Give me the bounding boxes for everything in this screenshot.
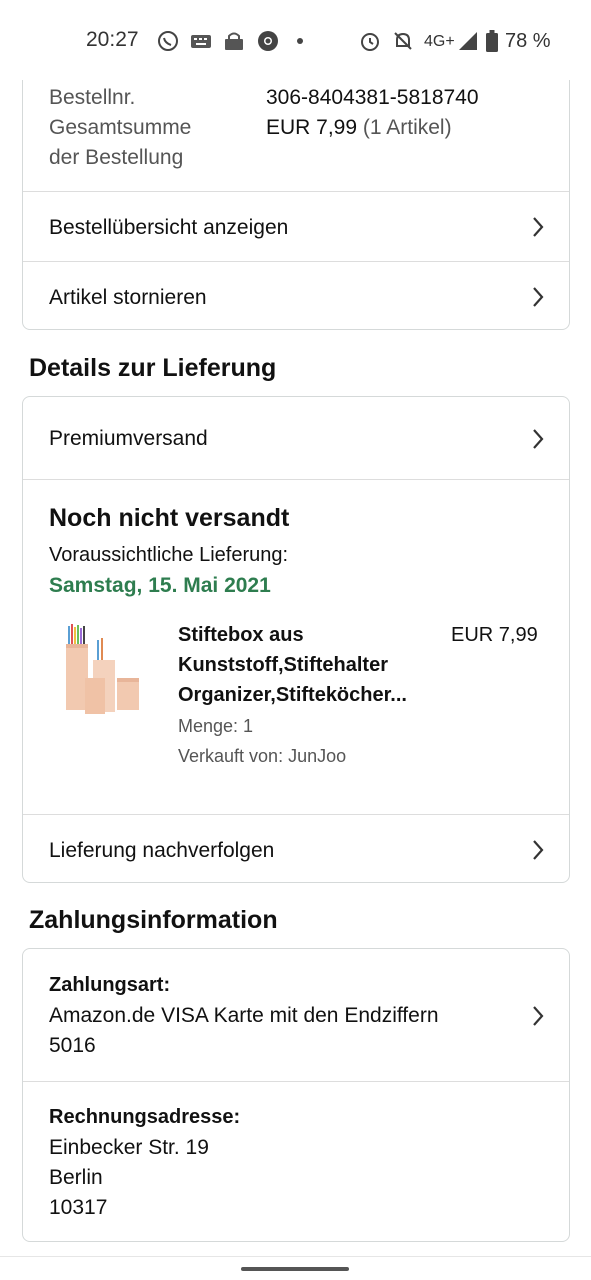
chevron-right-icon (533, 287, 544, 307)
billing-city: Berlin (49, 1166, 103, 1189)
expected-delivery-label: Voraussichtliche Lieferung: (49, 544, 289, 566)
payment-method-line1: Amazon.de VISA Karte mit den Endziffern (49, 1004, 439, 1027)
chevron-right-icon (533, 429, 544, 449)
network-type: 4G+ (424, 33, 455, 50)
order-total-label-line1: Gesamtsumme (49, 116, 192, 139)
order-summary-card: Bestellnr. 306-8404381-5818740 Gesamtsum… (22, 40, 570, 330)
shipment-status: Noch nicht versandt (49, 504, 290, 532)
status-time: 20:27 (86, 28, 139, 51)
order-total-count: (1 Artikel) (362, 116, 452, 139)
whatsapp-icon (156, 29, 180, 53)
home-gesture-handle[interactable] (241, 1267, 349, 1271)
payment-method-label: Zahlungsart: (49, 974, 171, 996)
cancel-items-row[interactable]: Artikel stornieren (23, 261, 569, 329)
product-image[interactable] (61, 622, 145, 718)
track-delivery-row[interactable]: Lieferung nachverfolgen (23, 814, 569, 882)
expected-delivery-date: Samstag, 15. Mai 2021 (49, 574, 271, 597)
chevron-right-icon (533, 217, 544, 237)
shipment-row: Noch nicht versandt Voraussichtliche Lie… (23, 479, 569, 814)
view-order-summary-label: Bestellübersicht anzeigen (49, 216, 289, 239)
payment-card: Zahlungsart: Amazon.de VISA Karte mit de… (22, 948, 570, 1242)
product-quantity: Menge: 1 (178, 716, 254, 736)
shipping-method-label: Premiumversand (49, 427, 208, 450)
order-number-value: 306-8404381-5818740 (266, 86, 479, 109)
billing-street: Einbecker Str. 19 (49, 1136, 209, 1159)
order-total-value: EUR 7,99 (1 Artikel) (266, 116, 452, 140)
view-order-summary-row[interactable]: Bestellübersicht anzeigen (23, 191, 569, 261)
track-delivery-label: Lieferung nachverfolgen (49, 839, 275, 862)
product-price: EUR 7,99 (451, 624, 538, 646)
signal-icon (457, 29, 479, 53)
navigation-bar (0, 1256, 591, 1280)
billing-address-label: Rechnungsadresse: (49, 1106, 241, 1128)
product-title-line1[interactable]: Stiftebox aus (178, 624, 304, 647)
vpn-key-icon (222, 29, 246, 53)
chevron-right-icon (533, 840, 544, 860)
shipping-method-row[interactable]: Premiumversand (23, 397, 569, 479)
payment-method-line2: 5016 (49, 1034, 96, 1057)
order-total-label-line2: der Bestellung (49, 146, 184, 169)
order-number-label: Bestellnr. (49, 86, 136, 109)
battery-icon (485, 29, 499, 53)
payment-section-title: Zahlungsinformation (29, 906, 278, 934)
product-title-line3[interactable]: Organizer,Stifteköcher... (178, 684, 407, 707)
billing-address-row: Rechnungsadresse: Einbecker Str. 19 Berl… (23, 1081, 569, 1241)
status-bar: 20:27 4G+ 78 % (0, 0, 591, 80)
mute-bell-icon (391, 29, 415, 53)
cancel-items-label: Artikel stornieren (49, 286, 207, 309)
chevron-right-icon (533, 1006, 544, 1026)
battery-percent: 78 % (505, 30, 551, 52)
order-total-amount: EUR 7,99 (266, 116, 358, 139)
dot-icon (295, 29, 305, 53)
delivery-section-title: Details zur Lieferung (29, 354, 277, 382)
keyboard-icon (189, 29, 213, 53)
alarm-icon (358, 29, 382, 53)
payment-method-row[interactable]: Zahlungsart: Amazon.de VISA Karte mit de… (23, 949, 569, 1081)
chrome-icon (255, 29, 281, 53)
billing-zip: 10317 (49, 1196, 108, 1219)
product-title-line2[interactable]: Kunststoff,Stiftehalter (178, 654, 388, 677)
delivery-card: Premiumversand Noch nicht versandt Vorau… (22, 396, 570, 883)
product-seller: Verkauft von: JunJoo (178, 746, 347, 766)
